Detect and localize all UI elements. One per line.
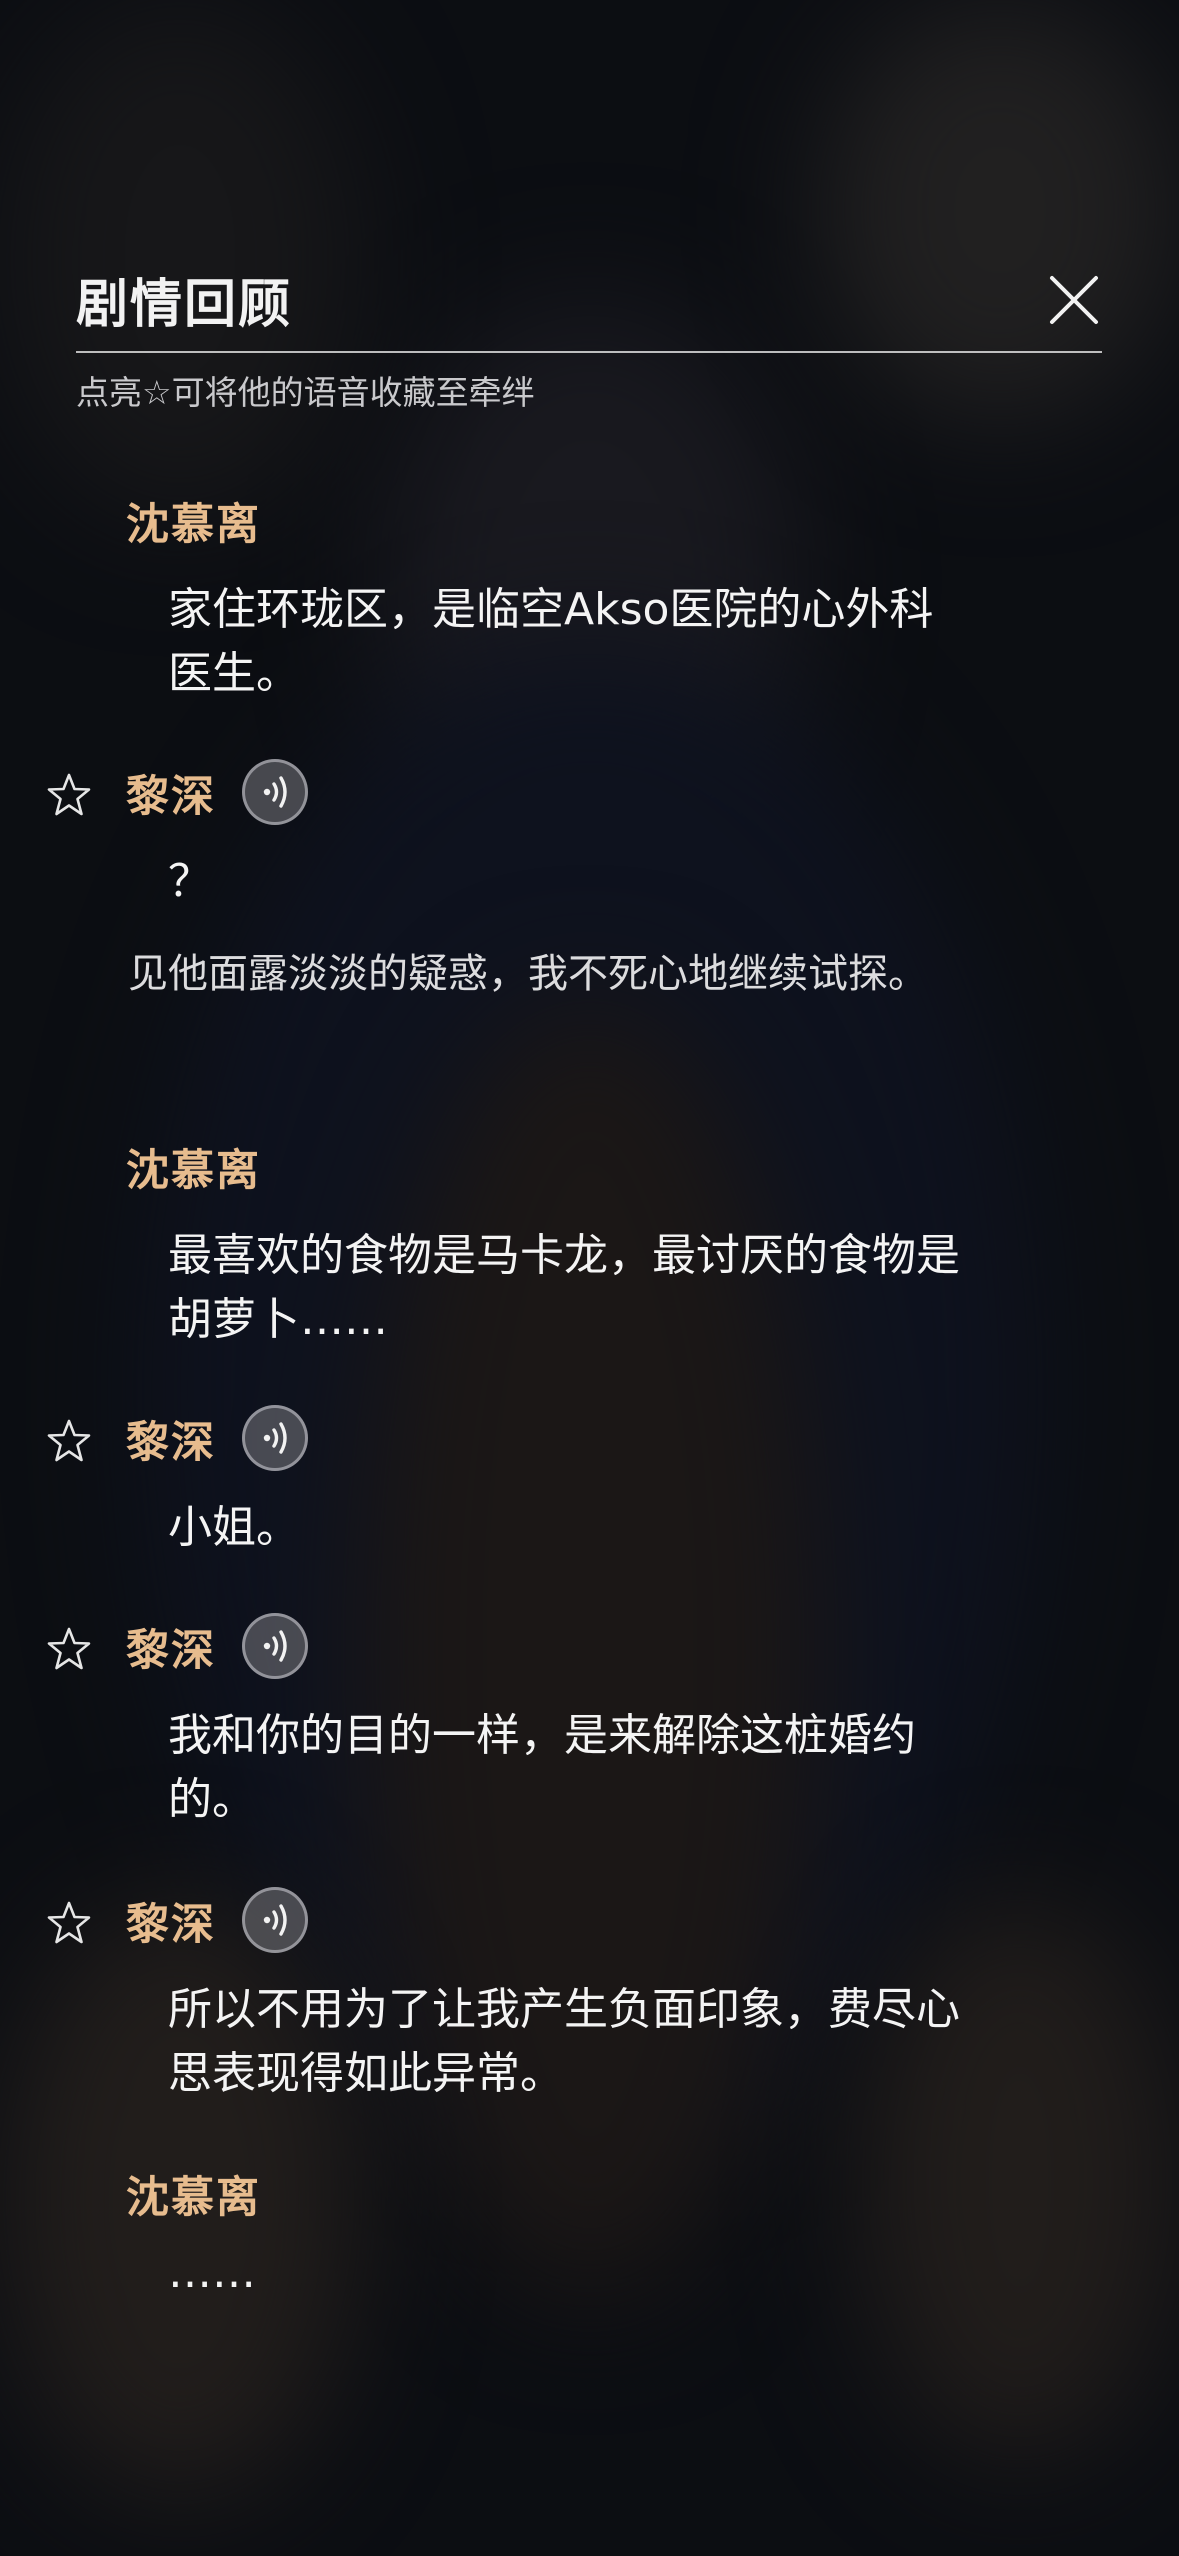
narration-text: 见他面露淡淡的疑惑，我不死心地继续试探。 (128, 951, 928, 997)
speaker-name: 黎深 (126, 772, 216, 822)
dialogue-line: 家住环珑区，是临空Akso医院的心外科 (168, 584, 934, 635)
speaker-name: 黎深 (126, 1626, 216, 1676)
dialogue-line: …… (168, 2247, 256, 2298)
speaker-name: 黎深 (126, 1418, 216, 1468)
close-icon[interactable] (1046, 272, 1102, 328)
dialogue-line: 医生。 (168, 648, 300, 699)
voice-play-icon[interactable] (242, 1405, 308, 1471)
voice-play-icon[interactable] (242, 1613, 308, 1679)
dialogue-line: 我和你的目的一样，是来解除这桩婚约 (168, 1710, 916, 1761)
voice-play-icon[interactable] (242, 1887, 308, 1953)
dialogue-line: 胡萝卜…… (168, 1294, 388, 1345)
speaker-name: 沈慕离 (126, 2173, 261, 2223)
speaker-name: 沈慕离 (126, 1146, 261, 1196)
dialogue-line: 最喜欢的食物是马卡龙，最讨厌的食物是 (168, 1230, 960, 1281)
page-title: 剧情回顾 (76, 274, 293, 335)
star-outline-icon[interactable] (46, 1418, 92, 1464)
dialogue-line: 小姐。 (168, 1502, 300, 1553)
voice-play-icon[interactable] (242, 759, 308, 825)
dialogue-line: 的。 (168, 1774, 256, 1825)
star-outline-icon[interactable] (46, 1900, 92, 1946)
speaker-name: 沈慕离 (126, 500, 261, 550)
dialogue-line: 思表现得如此异常。 (168, 2048, 564, 2099)
header-divider (76, 351, 1102, 353)
dialogue-line: ？ (168, 856, 212, 907)
star-outline-icon[interactable] (46, 772, 92, 818)
speaker-name: 黎深 (126, 1900, 216, 1950)
dialogue-line: 所以不用为了让我产生负面印象，费尽心 (168, 1984, 960, 2035)
favorite-hint: 点亮☆可将他的语音收藏至牵绊 (76, 373, 535, 412)
story-review-header: 剧情回顾 (76, 258, 1102, 354)
star-outline-icon[interactable] (46, 1626, 92, 1672)
